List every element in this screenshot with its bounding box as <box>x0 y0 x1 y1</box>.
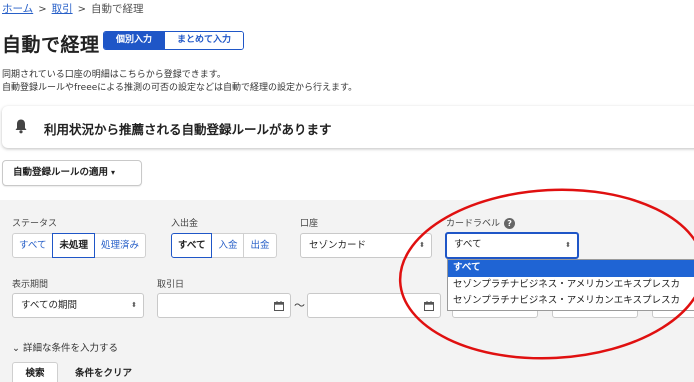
select-arrows-icon: ⬍ <box>565 241 571 249</box>
page-title: 自動で経理 <box>2 34 100 56</box>
page-description: 同期されている口座の明細はこちらから登録できます。 自動登録ルールやfreeeに… <box>2 69 357 95</box>
chevron-right-icon: > <box>38 4 47 15</box>
account-select[interactable]: セゾンカード ⬍ <box>300 233 432 258</box>
select-arrows-icon: ⬍ <box>419 241 425 249</box>
input-mode-toggle: 個別入力 まとめて入力 <box>103 31 245 50</box>
recommendation-notice[interactable]: 利用状況から推薦される自動登録ルールがあります <box>2 106 694 148</box>
in-out-toggle-group: すべて 入金 出金 <box>171 233 277 258</box>
search-button[interactable]: 検索 <box>12 362 58 382</box>
deposit-button[interactable]: 入金 <box>212 233 245 258</box>
status-unprocessed-button[interactable]: 未処理 <box>52 233 95 258</box>
detail-conditions-toggle[interactable]: ⌄ 詳細な条件を入力する <box>12 340 118 354</box>
card-label-select-value: すべて <box>454 239 482 250</box>
detail-conditions-label: 詳細な条件を入力する <box>23 343 119 354</box>
calendar-icon <box>424 301 434 311</box>
in-out-label: 入出金 <box>171 219 199 229</box>
card-label-option[interactable]: すべて <box>448 260 694 277</box>
chevron-down-icon: ⌄ <box>12 343 20 354</box>
breadcrumb-current: 自動で経理 <box>90 3 144 15</box>
card-label-text: カードラベル <box>446 219 501 229</box>
in-out-all-button[interactable]: すべて <box>171 233 213 258</box>
transaction-date-label: 取引日 <box>157 280 185 290</box>
description-line: 自動登録ルールやfreeeによる推測の可否の設定などは自動で経理の設定から行えま… <box>2 83 358 93</box>
account-label: 口座 <box>300 219 319 229</box>
apply-rules-button[interactable]: 自動登録ルールの適用 ▾ <box>2 160 142 186</box>
status-processed-button[interactable]: 処理済み <box>94 233 146 258</box>
breadcrumb-transactions-link[interactable]: 取引 <box>52 3 73 15</box>
description-line: 同期されている口座の明細はこちらから登録できます。 <box>2 70 226 80</box>
notice-text: 利用状況から推薦される自動登録ルールがあります <box>44 122 332 137</box>
period-select-value: すべての期間 <box>21 300 77 311</box>
apply-rules-label: 自動登録ルールの適用 <box>13 167 109 178</box>
date-range-separator: 〜 <box>294 299 305 312</box>
card-label-label: カードラベル? <box>446 216 516 229</box>
period-label: 表示期間 <box>12 280 49 290</box>
clear-conditions-button[interactable]: 条件をクリア <box>75 362 132 382</box>
bell-icon <box>15 119 27 134</box>
date-from-input[interactable] <box>157 293 291 318</box>
period-select[interactable]: すべての期間 ⬍ <box>12 293 144 318</box>
select-arrows-icon: ⬍ <box>131 301 137 309</box>
status-label: ステータス <box>12 219 58 229</box>
calendar-icon <box>274 301 284 311</box>
date-to-input[interactable] <box>307 293 441 318</box>
withdrawal-button[interactable]: 出金 <box>244 233 277 258</box>
account-select-value: セゾンカード <box>309 240 367 251</box>
help-icon[interactable]: ? <box>504 218 516 229</box>
card-label-option[interactable]: セゾンプラチナビジネス・アメリカンエキスプレスカ <box>448 277 694 294</box>
breadcrumb-home-link[interactable]: ホーム <box>2 3 33 15</box>
card-label-select[interactable]: すべて ⬍ <box>445 232 579 259</box>
breadcrumb: ホーム > 取引 > 自動で経理 <box>2 1 143 16</box>
status-all-button[interactable]: すべて <box>12 233 54 258</box>
status-toggle-group: すべて 未処理 処理済み <box>12 233 146 258</box>
caret-down-icon: ▾ <box>111 168 116 177</box>
individual-input-tab[interactable]: 個別入力 <box>104 32 165 49</box>
bulk-input-tab[interactable]: まとめて入力 <box>164 32 244 49</box>
chevron-right-icon: > <box>77 4 86 15</box>
card-label-option[interactable]: セゾンプラチナビジネス・アメリカンエキスプレスカ <box>448 293 694 310</box>
card-label-dropdown-list: すべて セゾンプラチナビジネス・アメリカンエキスプレスカ セゾンプラチナビジネス… <box>447 259 694 311</box>
